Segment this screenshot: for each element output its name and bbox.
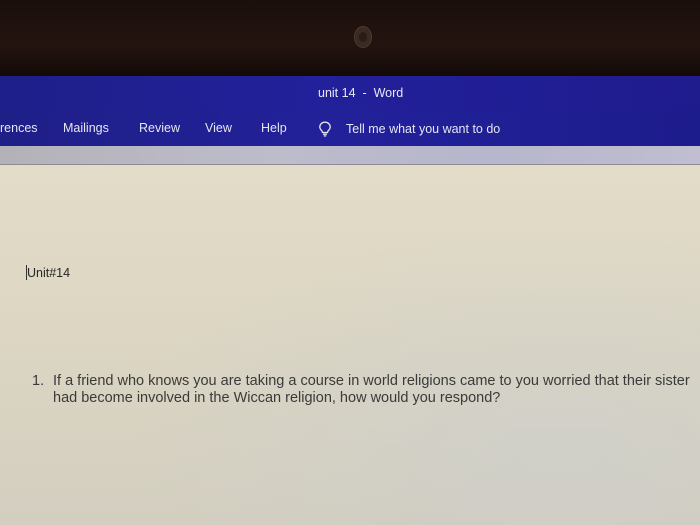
tell-me-placeholder: Tell me what you want to do (346, 122, 501, 136)
ribbon-tab-bar: rences Mailings Review View Help Tell me… (0, 110, 700, 146)
tab-help[interactable]: Help (261, 121, 287, 135)
title-bar: unit 14 - Word (0, 76, 700, 110)
document-heading: Unit#14 (26, 265, 70, 280)
heading-text: Unit#14 (27, 266, 71, 280)
tab-references[interactable]: rences (0, 121, 38, 135)
question-number: 1. (32, 373, 45, 389)
tab-review[interactable]: Review (139, 121, 180, 135)
webcam-icon (354, 26, 372, 48)
tell-me-search[interactable]: Tell me what you want to do (318, 120, 500, 138)
lightbulb-icon (319, 121, 331, 137)
collapsed-ribbon (0, 146, 700, 165)
question-item: 1. If a friend who knows you are taking … (32, 373, 692, 407)
webcam-lens (359, 32, 367, 42)
window-title: unit 14 - Word (318, 86, 404, 100)
monitor-bezel (0, 0, 700, 76)
question-text: If a friend who knows you are taking a c… (53, 373, 690, 406)
tab-mailings[interactable]: Mailings (63, 121, 109, 135)
tab-view[interactable]: View (205, 121, 232, 135)
document-page[interactable]: Unit#14 1. If a friend who knows you are… (0, 165, 700, 525)
